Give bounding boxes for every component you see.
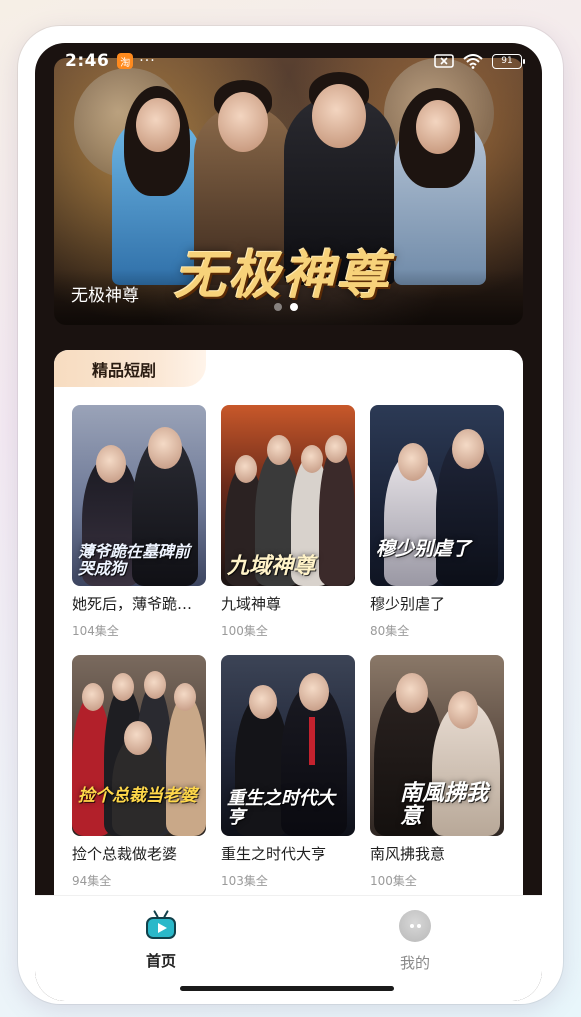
- battery-icon: 91: [492, 53, 525, 69]
- tv-play-icon: [144, 910, 178, 940]
- drama-episodes: 100集全: [221, 624, 268, 638]
- poster-face: [301, 445, 323, 473]
- drama-card[interactable]: 南風拂我意 南风拂我意 100集全: [370, 655, 504, 889]
- drama-poster[interactable]: 九域神尊: [221, 405, 355, 586]
- poster-face: [112, 673, 134, 701]
- drama-card[interactable]: 穆少别虐了 穆少别虐了 80集全: [370, 405, 504, 639]
- drama-card[interactable]: 捡个总裁当老婆 捡个总裁做老婆 94集全: [72, 655, 206, 889]
- banner-dot-1[interactable]: [274, 303, 282, 311]
- home-indicator[interactable]: [180, 986, 394, 991]
- poster-face: [144, 671, 166, 699]
- poster-face: [249, 685, 277, 719]
- poster-title-art: 捡个总裁当老婆: [78, 786, 197, 807]
- poster-face: [452, 429, 484, 469]
- banner-actor-1-face: [136, 98, 180, 152]
- banner-logo-text: 无极神尊: [174, 246, 391, 306]
- banner-actor-4-face: [416, 100, 460, 154]
- drama-poster[interactable]: 薄爷跪在墓碑前哭成狗: [72, 405, 206, 586]
- poster-face: [148, 427, 182, 469]
- drama-poster[interactable]: 捡个总裁当老婆: [72, 655, 206, 836]
- nav-me-label: 我的: [399, 954, 430, 972]
- drama-episodes: 80集全: [370, 624, 410, 638]
- banner-actor-3-face: [312, 84, 366, 148]
- more-notifications-icon: ···: [139, 53, 156, 69]
- status-icons: 91: [434, 53, 525, 69]
- nav-home-label: 首页: [145, 952, 176, 970]
- taobao-notification-icon: 淘: [117, 53, 134, 69]
- status-bar: 2:46 淘 ··· 91: [35, 43, 542, 79]
- banner-title: 无极神尊: [71, 286, 139, 306]
- drama-title[interactable]: 九域神尊: [221, 593, 355, 614]
- drama-poster[interactable]: 重生之时代大亨: [221, 655, 355, 836]
- poster-face: [299, 673, 329, 711]
- banner-dot-2[interactable]: [290, 303, 298, 311]
- poster-figure: [166, 695, 206, 836]
- drama-title[interactable]: 穆少别虐了: [370, 593, 504, 614]
- poster-face: [398, 443, 428, 481]
- drama-title[interactable]: 捡个总裁做老婆: [72, 843, 206, 864]
- hero-banner[interactable]: 无极神尊 无极神尊: [54, 58, 523, 325]
- poster-face: [174, 683, 196, 711]
- drama-card[interactable]: 重生之时代大亨 重生之时代大亨 103集全: [221, 655, 355, 889]
- premium-dramas-section: 精品短剧 薄爷跪在墓碑前哭成狗 她死后，薄爷跪… 104集全 九域神尊 九域神尊…: [54, 350, 523, 910]
- banner-page-indicator: [274, 303, 298, 311]
- nav-home[interactable]: 首页: [121, 910, 201, 971]
- drama-episodes: 100集全: [370, 874, 417, 888]
- poster-face: [448, 691, 478, 729]
- poster-face: [325, 435, 347, 463]
- app-screen: 2:46 淘 ··· 91 无极神尊 无极神尊 精品短剧 薄爷跪在墓碑前哭成狗 …: [35, 43, 542, 1001]
- section-title: 精品短剧: [54, 350, 206, 387]
- drama-card[interactable]: 薄爷跪在墓碑前哭成狗 她死后，薄爷跪… 104集全: [72, 405, 206, 639]
- drama-grid: 薄爷跪在墓碑前哭成狗 她死后，薄爷跪… 104集全 九域神尊 九域神尊 100集…: [72, 405, 505, 889]
- drama-episodes: 103集全: [221, 874, 268, 888]
- drama-episodes: 104集全: [72, 624, 119, 638]
- bottom-navigation: 首页 我的: [35, 895, 542, 1001]
- drama-title[interactable]: 重生之时代大亨: [221, 843, 355, 864]
- status-time: 2:46: [65, 51, 110, 71]
- drama-poster[interactable]: 穆少别虐了: [370, 405, 504, 586]
- poster-title-art: 薄爷跪在墓碑前哭成狗: [78, 542, 191, 579]
- drama-title[interactable]: 南风拂我意: [370, 843, 504, 864]
- wifi-icon: [463, 53, 483, 69]
- chat-bubble-icon: [399, 910, 431, 942]
- poster-tie: [309, 717, 315, 765]
- drama-poster[interactable]: 南風拂我意: [370, 655, 504, 836]
- poster-face: [124, 721, 152, 755]
- poster-face: [82, 683, 104, 711]
- nav-me[interactable]: 我的: [375, 910, 455, 973]
- poster-title-art: 九域神尊: [227, 553, 316, 579]
- poster-title-art: 南風拂我意: [400, 780, 489, 829]
- poster-face: [267, 435, 291, 465]
- poster-face: [235, 455, 257, 483]
- battery-level: 91: [501, 56, 513, 66]
- poster-title-art: 穆少别虐了: [376, 538, 472, 561]
- poster-title-art: 重生之时代大亨: [227, 788, 335, 829]
- drama-card[interactable]: 九域神尊 九域神尊 100集全: [221, 405, 355, 639]
- banner-actor-2-face: [218, 92, 268, 152]
- drama-episodes: 94集全: [72, 874, 112, 888]
- drama-title[interactable]: 她死后，薄爷跪…: [72, 593, 206, 614]
- poster-face: [96, 445, 126, 483]
- poster-face: [396, 673, 428, 713]
- sim-off-icon: [434, 54, 454, 68]
